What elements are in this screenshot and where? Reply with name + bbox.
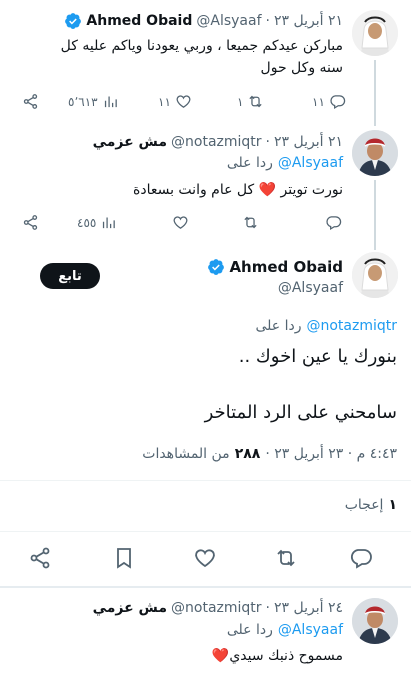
verified-badge-icon: [64, 12, 82, 30]
tweet-date[interactable]: ٢٤ أبريل ٢٣: [274, 600, 343, 616]
tweet-text-line-2: سامحني على الرد المتاخر: [204, 402, 397, 423]
tweet-date[interactable]: ٢١ أبريل ٢٣: [274, 13, 343, 29]
share-icon: [23, 94, 38, 109]
avatar[interactable]: [352, 598, 398, 644]
heart-icon: [195, 549, 215, 568]
reply-prefix: ردا على: [226, 622, 273, 638]
tweet-header: Ahmed Obaid @Alsyaaf · ٢١ أبريل ٢٣: [64, 12, 343, 30]
share-button[interactable]: [22, 214, 39, 231]
like-button[interactable]: [172, 214, 189, 231]
reply-button[interactable]: ١١: [312, 93, 346, 110]
separator-dot: ·: [265, 134, 270, 150]
handle[interactable]: @notazmiqtr: [171, 134, 262, 150]
avatar-image: [352, 598, 398, 644]
like-count: ١١: [158, 94, 171, 109]
views-count: ٢٨٨: [234, 446, 261, 462]
like-button[interactable]: ١١: [158, 93, 192, 110]
tweet-header: مش عزمي @notazmiqtr · ٢١ أبريل ٢٣: [93, 134, 343, 150]
retweet-count: ١: [237, 94, 244, 109]
retweet-icon: [244, 216, 257, 229]
share-button[interactable]: [28, 546, 52, 574]
views-chart-icon: [104, 96, 117, 108]
reply-button[interactable]: [349, 546, 373, 574]
reply-to-handle[interactable]: @Alsyaaf: [278, 622, 343, 638]
reply-context: ردا على @notazmiqtr: [255, 318, 397, 334]
share-icon: [23, 215, 38, 230]
likes-summary[interactable]: ١ إعجاب: [345, 497, 397, 513]
heart-icon: [173, 216, 188, 229]
tweet-text: نورت تويتر ❤️ كل عام وانت بسعادة: [133, 182, 343, 198]
avatar[interactable]: [352, 10, 398, 56]
avatar-image: [352, 10, 398, 56]
views-count: ٥٬٦١٣: [68, 94, 98, 109]
share-button[interactable]: [22, 93, 39, 110]
views-button[interactable]: ٥٬٦١٣: [68, 93, 119, 110]
display-name[interactable]: مش عزمي: [93, 134, 167, 150]
reply-context: ردا على @Alsyaaf: [227, 155, 343, 171]
tweet-text-line-1: مباركن عيدكم جميعا ، وربي يعودنا وياكم ع…: [60, 38, 343, 54]
thread-line: [374, 180, 376, 250]
divider: [0, 480, 411, 481]
reply-to-handle[interactable]: @notazmiqtr: [306, 318, 397, 334]
reply-icon: [350, 549, 372, 569]
retweet-icon: [277, 549, 295, 567]
views-chart-icon: [103, 217, 116, 229]
bookmark-icon: [117, 548, 131, 569]
views-label: من المشاهدات: [142, 446, 230, 462]
handle[interactable]: @Alsyaaf: [196, 13, 261, 29]
handle[interactable]: @Alsyaaf: [278, 280, 343, 296]
likes-count: ١: [388, 497, 397, 513]
tweet-author-name-row: Ahmed Obaid: [207, 258, 343, 276]
reply-count: ١١: [312, 94, 325, 109]
share-icon: [30, 547, 50, 569]
avatar[interactable]: [352, 130, 398, 176]
timestamp[interactable]: ٤:٤٣ م · ٢٣ أبريل ٢٣ ·: [265, 446, 397, 462]
reply-icon: [330, 95, 346, 110]
divider: [0, 531, 411, 532]
tweet-header: مش عزمي @notazmiqtr · ٢٤ أبريل ٢٣: [93, 600, 343, 616]
tweet-text: مسموح ذنبك سيدي❤️: [211, 648, 343, 664]
avatar-image: [352, 130, 398, 176]
separator-dot: ·: [265, 13, 270, 29]
tweet-date[interactable]: ٢١ أبريل ٢٣: [274, 134, 343, 150]
bookmark-button[interactable]: [112, 546, 136, 574]
reply-to-handle[interactable]: @Alsyaaf: [278, 155, 343, 171]
avatar-image: [352, 252, 398, 298]
views-count: ٤٥٥: [77, 215, 97, 230]
verified-badge-icon: [207, 258, 225, 276]
retweet-button[interactable]: ١: [237, 93, 264, 110]
display-name[interactable]: مش عزمي: [93, 600, 167, 616]
thread-line: [374, 60, 376, 126]
likes-label: إعجاب: [344, 497, 384, 513]
tweet-meta: ٤:٤٣ م · ٢٣ أبريل ٢٣ · ٢٨٨ من المشاهدات: [142, 446, 397, 462]
follow-button[interactable]: تابع: [40, 263, 100, 289]
views-button[interactable]: ٤٥٥: [77, 214, 117, 231]
separator-dot: ·: [265, 600, 270, 616]
reply-icon: [326, 216, 342, 231]
avatar[interactable]: [352, 252, 398, 298]
retweet-icon: [249, 95, 263, 108]
like-button[interactable]: [193, 546, 217, 574]
retweet-button[interactable]: [242, 214, 259, 231]
reply-context: ردا على @Alsyaaf: [227, 622, 343, 638]
tweet-text-line-1: بنورك يا عين اخوك ..: [238, 346, 397, 367]
display-name[interactable]: Ahmed Obaid: [86, 13, 192, 29]
handle[interactable]: @notazmiqtr: [171, 600, 262, 616]
heart-icon: [176, 95, 191, 108]
reply-prefix: ردا على: [226, 155, 273, 171]
display-name[interactable]: Ahmed Obaid: [229, 258, 343, 276]
divider: [0, 586, 411, 588]
reply-button[interactable]: [325, 214, 342, 231]
reply-prefix: ردا على: [255, 318, 302, 334]
retweet-button[interactable]: [274, 546, 298, 574]
tweet-text-line-2: سنه وكل حول: [260, 60, 343, 76]
